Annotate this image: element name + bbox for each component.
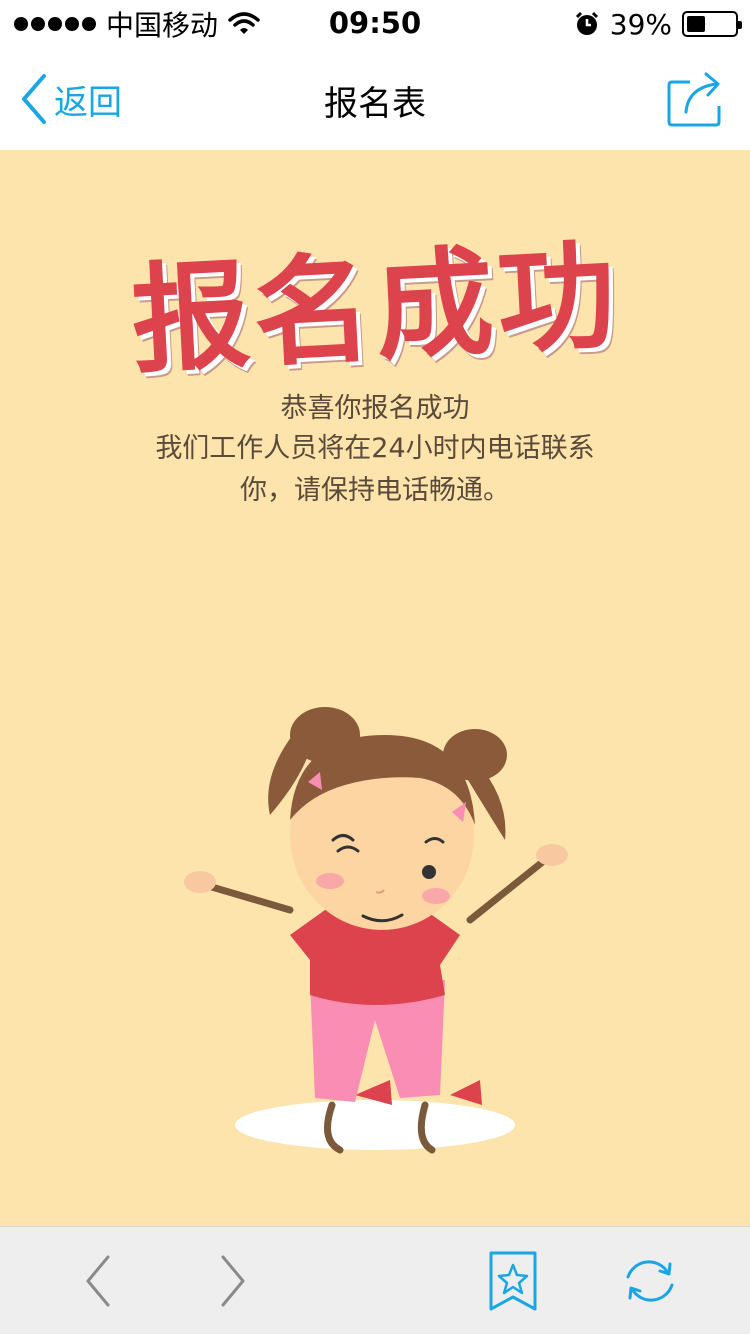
back-label: 返回 — [54, 82, 122, 123]
success-content: 报名成功 恭喜你报名成功 我们工作人员将在24小时内电话联系 你，请保持电话畅通… — [0, 150, 750, 1226]
bottom-toolbar — [0, 1226, 750, 1334]
chevron-left-icon — [22, 74, 46, 124]
message-line-3: 你，请保持电话畅通。 — [240, 475, 510, 506]
battery-fill — [687, 16, 705, 32]
share-icon[interactable] — [666, 70, 726, 128]
chevron-right-icon[interactable] — [203, 1251, 263, 1311]
refresh-icon[interactable] — [620, 1251, 680, 1311]
back-button[interactable]: 返回 — [18, 72, 122, 126]
status-right: 39% — [574, 6, 742, 42]
battery-icon — [682, 11, 742, 37]
success-headline: 报名成功 — [128, 226, 623, 390]
chevron-left-icon[interactable] — [68, 1251, 128, 1311]
message-line-1: 恭喜你报名成功 — [280, 393, 470, 424]
message-line-2: 我们工作人员将在24小时内电话联系 — [155, 433, 595, 464]
bookmark-star-icon[interactable] — [483, 1251, 543, 1311]
battery-percent: 39% — [609, 7, 672, 41]
navigation-bar: 返回 报名表 — [0, 48, 750, 150]
alarm-icon — [575, 11, 598, 35]
status-bar: 中国移动 09:50 39% — [0, 0, 750, 48]
jumping-girl-illustration — [184, 707, 568, 1154]
